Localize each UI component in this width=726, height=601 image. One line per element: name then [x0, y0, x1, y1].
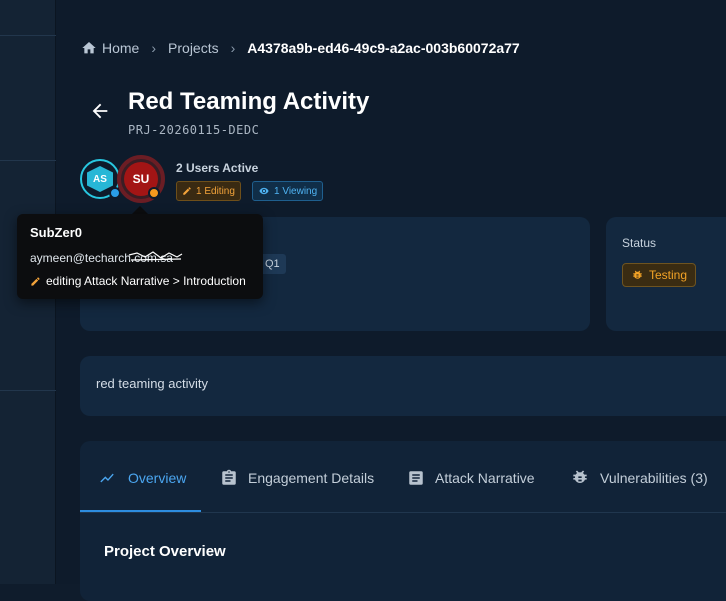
pencil-icon	[31, 276, 40, 286]
status-value: Testing	[648, 268, 688, 282]
eye-icon	[259, 187, 269, 195]
breadcrumb-projects[interactable]: Projects	[168, 40, 219, 56]
section-title: Project Overview	[104, 543, 226, 560]
tabs-divider	[80, 512, 726, 513]
tooltip-activity-text: editing Attack Narrative > Introduction	[46, 274, 246, 288]
status-badge: Testing	[622, 263, 696, 287]
page-title: Red Teaming Activity	[128, 88, 370, 115]
breadcrumb: Home › Projects › A4378a9b-ed46-49c9-a2a…	[81, 38, 520, 58]
bug-icon	[573, 470, 587, 483]
tab-vulnerabilities[interactable]: Vulnerabilities (3)	[570, 466, 708, 490]
editing-badge-label: 1 Editing	[196, 185, 235, 197]
editing-badge: 1 Editing	[176, 181, 241, 201]
tooltip-arrow	[132, 206, 148, 214]
sidebar-divider	[0, 390, 56, 391]
tab-attack-narrative[interactable]: Attack Narrative	[407, 466, 535, 490]
project-code: PRJ-20260115-DEDC	[128, 123, 260, 137]
chevron-right-icon: ›	[230, 40, 236, 56]
sidebar-divider	[0, 35, 56, 36]
tab-label: Overview	[128, 470, 187, 486]
home-icon[interactable]	[81, 40, 97, 56]
viewing-badge-label: 1 Viewing	[274, 185, 318, 197]
tab-overview[interactable]: Overview	[96, 466, 186, 490]
chevron-right-icon: ›	[151, 40, 157, 56]
breadcrumb-home[interactable]: Home	[102, 40, 139, 56]
tab-label: Attack Narrative	[435, 470, 535, 486]
bug-icon	[633, 270, 642, 279]
redaction-scribble	[128, 251, 183, 261]
editing-status-dot	[148, 187, 160, 199]
trend-line-icon	[100, 473, 114, 483]
tab-label: Vulnerabilities (3)	[600, 470, 708, 486]
clipboard-icon	[222, 469, 236, 485]
status-label: Status	[622, 236, 657, 250]
users-active-count: 2 Users Active	[176, 161, 259, 175]
tooltip-activity: editing Attack Narrative > Introduction	[30, 274, 246, 288]
project-description: red teaming activity	[96, 376, 208, 391]
tab-label: Engagement Details	[248, 470, 375, 486]
viewing-badge: 1 Viewing	[252, 181, 324, 201]
breadcrumb-current: A4378a9b-ed46-49c9-a2ac-003b60072a77	[247, 40, 520, 56]
pencil-icon	[183, 187, 191, 195]
tab-engagement-details[interactable]: Engagement Details	[220, 466, 374, 490]
sidebar-divider	[0, 160, 56, 161]
document-icon	[409, 471, 423, 485]
tabs-card	[80, 441, 726, 601]
back-arrow-icon[interactable]	[89, 100, 111, 122]
tooltip-user-name: SubZer0	[30, 225, 83, 240]
period-chip: Q1	[259, 254, 286, 274]
avatar-initials: AS	[87, 166, 113, 192]
